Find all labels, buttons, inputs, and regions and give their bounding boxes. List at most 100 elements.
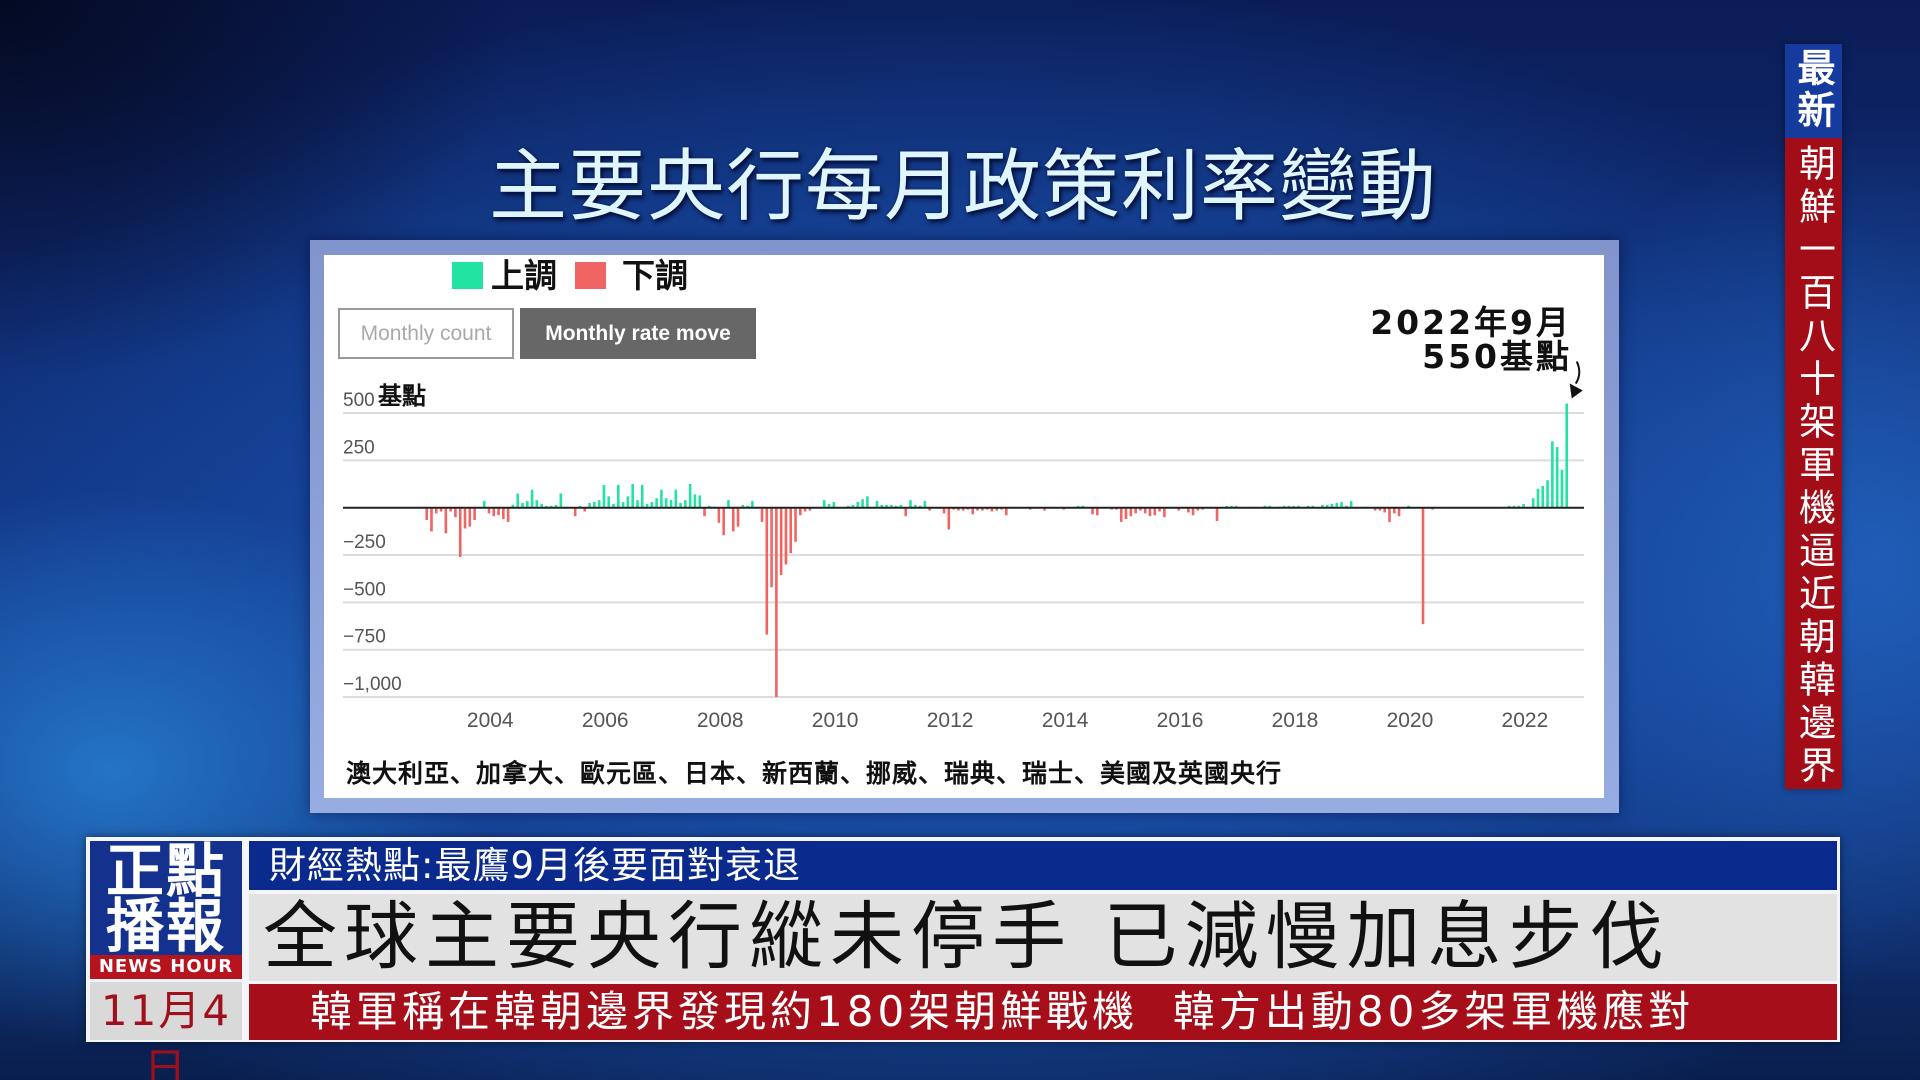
- bar-cut: [789, 507, 793, 554]
- bar-cut: [1191, 507, 1195, 516]
- bar-cut: [779, 507, 783, 575]
- bar-cut: [444, 507, 448, 534]
- bar-hike: [1551, 441, 1554, 508]
- x-tick-label: 2020: [1387, 709, 1434, 732]
- bar-cut: [492, 507, 496, 517]
- side-ticker-tag: 最新: [1785, 44, 1842, 138]
- bar-cut: [458, 507, 462, 557]
- bar-hike: [1560, 469, 1564, 508]
- bar-hike: [1565, 403, 1569, 508]
- legend-swatch-cut: [575, 262, 606, 289]
- legend-label-cut: 下調: [622, 256, 688, 295]
- bar-cut: [760, 507, 764, 522]
- bar-cut: [703, 507, 706, 517]
- bar-cut: [784, 507, 788, 565]
- bar-hike: [727, 500, 730, 508]
- bar-cut: [425, 507, 428, 521]
- bar-cut: [1397, 507, 1401, 517]
- logo-line-1: 正點: [105, 837, 226, 905]
- bar-cut: [775, 507, 778, 698]
- bar-cut: [1153, 507, 1157, 516]
- bar-cut: [722, 507, 725, 536]
- bar-cut: [717, 507, 721, 523]
- bar-cut: [765, 507, 769, 635]
- bar-cut: [1421, 507, 1425, 625]
- bar-hike: [516, 493, 520, 508]
- bar-cut: [497, 507, 500, 516]
- graphic-title: 主要央行每月政策利率變動: [488, 142, 1437, 232]
- bar-hike: [688, 484, 692, 508]
- bar-hike: [597, 500, 601, 508]
- bar-hike: [684, 500, 687, 508]
- bar-hike: [693, 494, 697, 508]
- annotation-connector: [1574, 361, 1581, 385]
- y-tick-label: 500: [343, 390, 375, 411]
- headline-strip: 全球主要央行縱未停手 已減慢加息步伐: [249, 894, 1837, 981]
- lower-third: 正點 播報 NEWS HOUR 11月4日 財經熱點:最鷹9月後要面對衰退 全球…: [86, 837, 1840, 1080]
- x-tick-label: 2010: [812, 709, 859, 732]
- bar-hike: [636, 500, 639, 508]
- bar-hike: [698, 495, 702, 508]
- bar-hike: [660, 489, 663, 508]
- legend-swatch-hike: [452, 262, 483, 289]
- bar-hike: [631, 484, 634, 508]
- y-tick-label: −500: [343, 579, 386, 600]
- bar-cut: [1119, 507, 1123, 522]
- y-tick-label: −1,000: [343, 674, 402, 695]
- bar-hike: [640, 484, 644, 508]
- broadcast-date: 11月4日: [90, 982, 242, 1080]
- program-logo: 正點 播報: [90, 841, 242, 955]
- broadcast-frame: 主要央行每月政策利率變動 上調 下調 Monthly count Monthly…: [0, 0, 1920, 1080]
- side-ticker-tag-text: 最新: [1791, 48, 1835, 132]
- logo-tagline: NEWS HOUR: [90, 955, 242, 979]
- bar-cut: [1004, 507, 1008, 516]
- bar-hike: [861, 499, 864, 508]
- bar-hike: [909, 500, 912, 508]
- bar-hike: [530, 489, 534, 508]
- bar-hike: [607, 496, 611, 508]
- logo-line-2: 播報: [105, 892, 226, 960]
- x-tick-label: 2006: [582, 709, 629, 732]
- bar-hike: [1555, 447, 1559, 508]
- x-tick-label: 2022: [1502, 709, 1549, 732]
- x-tick-label: 2014: [1042, 709, 1089, 732]
- bar-cut: [770, 507, 773, 588]
- side-ticker: 最新 朝鮮一百八十架軍機逼近朝韓邊界: [1785, 44, 1842, 789]
- y-tick-label: 250: [343, 437, 375, 458]
- x-tick-label: 2012: [927, 709, 974, 732]
- bar-cut: [1124, 507, 1128, 520]
- bar-hike: [602, 484, 606, 508]
- bar-hike: [1546, 480, 1549, 508]
- y-tick-label: −750: [343, 627, 386, 648]
- bar-cut: [468, 507, 472, 527]
- bar-cut: [1215, 507, 1219, 521]
- bar-hike: [1531, 498, 1535, 508]
- bar-hike: [866, 496, 869, 508]
- chart-footnote: 澳大利亞、加拿大、歐元區、日本、新西蘭、挪威、瑞典、瑞士、美國及英國央行: [346, 759, 1283, 788]
- bar-hike: [664, 498, 668, 508]
- bar-cut: [1163, 507, 1166, 518]
- bar-chart: 500 250 −250 −500 −750 −1,000 2004 2006 2008 2010…: [343, 361, 1584, 732]
- bar-hike: [674, 489, 678, 508]
- x-tick-label: 2008: [697, 709, 744, 732]
- bar-cut: [454, 507, 457, 518]
- bar-hike: [1536, 488, 1540, 508]
- bar-cut: [463, 507, 467, 529]
- bar-cut: [1388, 507, 1391, 522]
- kicker-strip: 財經熱點:最鷹9月後要面對衰退: [249, 841, 1837, 890]
- side-ticker-text: 朝鮮一百八十架軍機逼近朝韓邊界: [1792, 144, 1836, 789]
- bar-cut: [947, 507, 951, 530]
- bar-hike: [1541, 485, 1545, 508]
- bar-hike: [559, 493, 563, 508]
- bar-cut: [1129, 507, 1133, 517]
- bar-hike: [655, 498, 658, 508]
- bar-cut: [1148, 507, 1152, 517]
- bar-cut: [573, 507, 577, 517]
- bar-cut: [473, 507, 476, 521]
- bar-hike: [669, 500, 673, 508]
- annotation-arrow-icon: [1569, 383, 1583, 399]
- news-ticker: 韓軍稱在韓朝邊界發現約180架朝鮮戰機 韓方出動80多架軍機應對: [249, 984, 1837, 1040]
- bar-cut: [736, 507, 740, 527]
- x-tick-label: 2004: [467, 709, 514, 732]
- bar-hike: [822, 500, 826, 508]
